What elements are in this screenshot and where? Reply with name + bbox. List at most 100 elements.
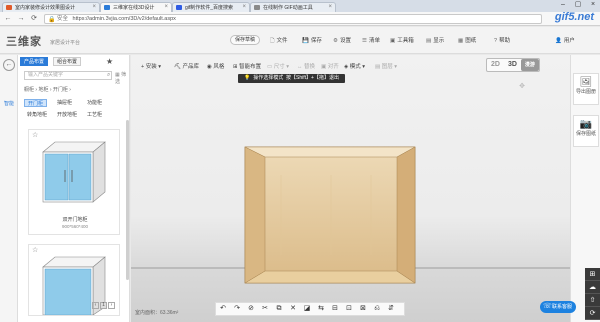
refresh-icon[interactable]: ⟳ (585, 307, 600, 320)
undo-icon[interactable]: ↶ (216, 303, 230, 315)
layer-menu[interactable]: ▤ 图层 ▾ (375, 61, 397, 73)
delete-icon[interactable]: ✕ (286, 303, 300, 315)
replace-button[interactable]: ↔ 替换 (297, 61, 315, 73)
left-side-tabs: ← 智能 (0, 55, 18, 322)
redo-icon[interactable]: ↷ (230, 303, 244, 315)
room-area-label: 室内面积：63.36m² (135, 310, 179, 316)
filter-button[interactable]: ▦ 筛选 (115, 71, 129, 85)
browser-tab[interactable]: 室内家装修设计效果图设计 × (2, 2, 100, 12)
mirror-icon[interactable]: ⇆ (314, 303, 328, 315)
close-icon[interactable]: × (164, 4, 168, 10)
next-page-button[interactable]: › (108, 302, 115, 309)
menu-list[interactable]: ☰ 清单 (362, 36, 380, 44)
product-library-button[interactable]: ⛏ 产品库 (174, 61, 199, 73)
cloud-icon[interactable]: ☁ (585, 281, 600, 294)
browser-tab[interactable]: gif制作软件_百度搜索 × (172, 2, 250, 12)
menu-display[interactable]: ▤ 显示 (426, 36, 444, 44)
view-3d-button[interactable]: 3D (504, 59, 521, 71)
upload-icon[interactable]: ⇧ (585, 294, 600, 307)
forward-icon[interactable]: → (16, 14, 26, 24)
customer-service-button[interactable]: ☏ 联系客服 (540, 301, 577, 313)
category-open-cabinet[interactable]: 开放地柜 (54, 111, 80, 119)
search-input[interactable]: 输入产品关键字 ⌕ (24, 71, 112, 80)
close-icon[interactable]: × (328, 4, 332, 10)
file-icon: 🗋 (270, 38, 275, 44)
browser-tab-strip: 室内家装修设计效果图设计 × 三维家在线3D设计 × gif制作软件_百度搜索 … (0, 0, 600, 12)
cut-icon[interactable]: ✂ (258, 303, 272, 315)
maximize-icon[interactable]: ▢ (571, 0, 585, 11)
bottom-toolbar: ↶ ↷ ⊘ ✂ ⧉ ✕ ◪ ⇆ ⊟ ⊡ ⊠ ⎌ ⇵ (215, 302, 405, 316)
back-icon[interactable]: ← (3, 14, 13, 24)
panel-scrollbar[interactable] (126, 120, 129, 280)
close-window-icon[interactable]: × (586, 0, 600, 11)
group-icon[interactable]: ⊟ (328, 303, 342, 315)
roam-button[interactable]: 漫游 (520, 59, 539, 71)
floating-toolbar: ⊞ ☁ ⇧ ⟳ (585, 268, 600, 320)
category-function-cabinet[interactable]: 功能柜 (84, 99, 105, 107)
3d-viewport[interactable]: + 安装 ▾ ⛏ 产品库 ◉ 风格 ⊞ 智能布置 ▭ 尺寸 ▾ ↔ 替换 ▣ 对… (131, 55, 570, 322)
export-album-button[interactable]: 🖼 导出图册 (573, 73, 599, 105)
favorite-star-icon[interactable]: ☆ (32, 246, 38, 254)
category-door-cabinet[interactable]: 开门柜 (24, 99, 48, 107)
copy-icon[interactable]: ⧉ (272, 303, 286, 315)
favorites-star-icon[interactable]: ★ (106, 57, 113, 66)
menu-drawings[interactable]: ▦ 图纸 (458, 36, 476, 44)
reset-icon[interactable]: ⎌ (370, 303, 384, 315)
browser-tab[interactable]: 在线制作 GIF动画工具 × (250, 2, 336, 12)
menu-settings[interactable]: ⚙ 设置 (333, 36, 351, 44)
headset-icon: ☏ (543, 303, 552, 310)
side-tab-smart[interactable]: 智能 (1, 100, 17, 107)
navigation-compass-icon[interactable]: ✥ (512, 77, 532, 97)
category-drawer-cabinet[interactable]: 抽屉柜 (54, 99, 75, 107)
style-button[interactable]: ◉ 风格 (207, 61, 224, 73)
material-icon[interactable]: ◪ (300, 303, 314, 315)
help-icon: ? (494, 38, 498, 44)
menu-user[interactable]: 👤 用户 (555, 36, 575, 44)
prev-page-button[interactable]: ‹ (92, 302, 99, 309)
mode-menu[interactable]: ◈ 模式 ▾ (344, 61, 365, 73)
lock-icon[interactable]: ⊠ (356, 303, 370, 315)
search-icon[interactable]: ⌕ (107, 72, 110, 79)
category-craft-cabinet[interactable]: 工艺柜 (84, 111, 105, 119)
tab-product-layout[interactable]: 产品布置 (20, 57, 49, 66)
favorite-star-icon[interactable]: ☆ (32, 131, 38, 139)
product-card[interactable]: ☆ 双开门地柜 900*560*400 (28, 129, 120, 235)
tab-combo-layout[interactable]: 组合布置 (53, 57, 82, 66)
url-input[interactable]: 🔒 安全 https://admin.3vjia.com/3D/v2/defau… (44, 14, 542, 24)
brand-logo[interactable]: 三维家 (6, 33, 42, 49)
favicon-icon (6, 5, 12, 10)
page-number[interactable]: 1 (100, 302, 107, 309)
category-corner-cabinet[interactable]: 转角地柜 (24, 111, 50, 119)
install-menu[interactable]: + 安装 ▾ (141, 61, 161, 73)
menu-toolbox[interactable]: ▣ 工具箱 (390, 36, 414, 44)
watermark-logo: gif5.net (554, 11, 594, 23)
reload-icon[interactable]: ⟳ (29, 14, 39, 24)
favicon-icon (176, 5, 182, 10)
back-arrow-icon[interactable]: ← (3, 59, 15, 71)
minimize-icon[interactable]: – (556, 0, 570, 11)
browser-tab-active[interactable]: 三维家在线3D设计 × (100, 2, 172, 12)
select-icon[interactable]: ⊡ (342, 303, 356, 315)
align-button[interactable]: ▣ 对齐 (321, 61, 339, 73)
size-menu[interactable]: ▭ 尺寸 ▾ (267, 61, 289, 73)
display-icon: ▤ (426, 38, 432, 44)
brand-subtitle: 家居设计平台 (50, 40, 81, 46)
save-draft-button[interactable]: 保存草稿 (230, 35, 261, 45)
arrange-icon[interactable]: ⇵ (384, 303, 398, 315)
close-icon[interactable]: × (92, 4, 96, 10)
close-icon[interactable]: × (242, 4, 246, 10)
menu-file[interactable]: 🗋 文件 (270, 36, 287, 46)
product-size: 900*560*400 (61, 224, 89, 229)
grid-icon[interactable]: ⊞ (585, 268, 600, 281)
hide-icon[interactable]: ⊘ (244, 303, 258, 315)
smart-layout-button[interactable]: ⊞ 智能布置 (233, 61, 261, 73)
cabinet-3d-model[interactable] (241, 145, 421, 285)
menu-help[interactable]: ? 帮助 (494, 36, 510, 44)
breadcrumb[interactable]: 橱柜 › 地柜 › 开门柜 › (24, 86, 71, 93)
view-2d-button[interactable]: 2D (487, 59, 504, 71)
save-drawing-button[interactable]: 📷 保存图纸 (573, 115, 599, 147)
address-bar: ← → ⟳ 🔒 安全 https://admin.3vjia.com/3D/v2… (0, 12, 600, 26)
save-icon: 💾 (302, 38, 309, 44)
user-icon: 👤 (555, 38, 562, 44)
menu-save[interactable]: 💾 保存 (302, 36, 322, 44)
